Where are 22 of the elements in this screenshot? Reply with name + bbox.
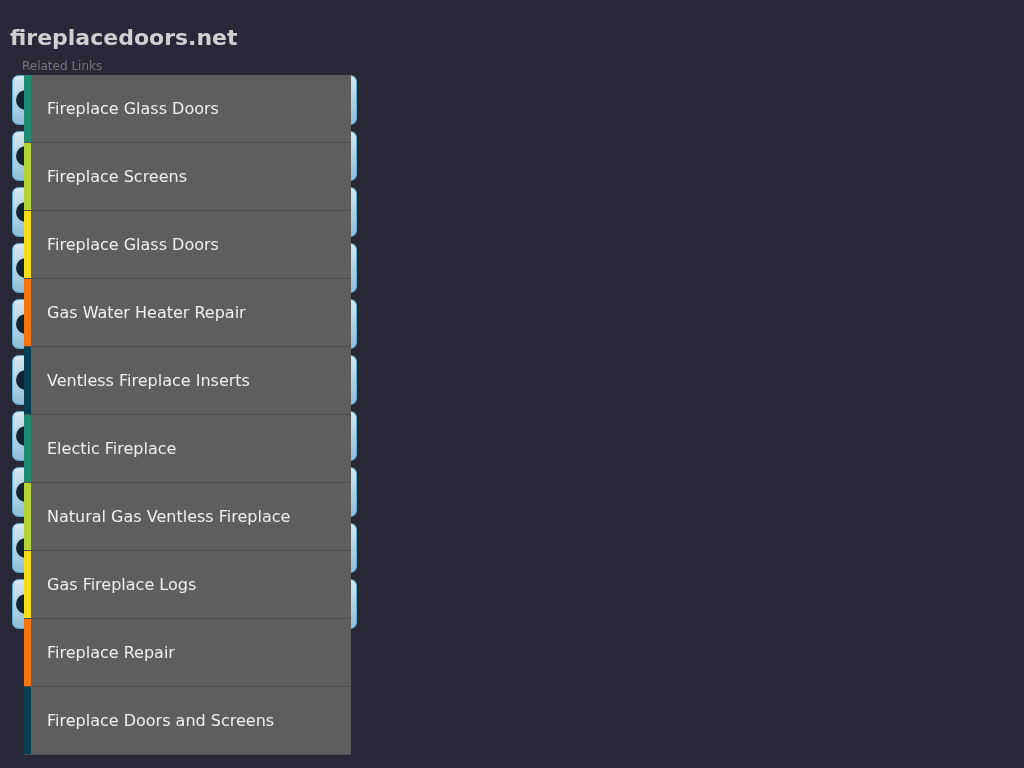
link-label: Gas Fireplace Logs — [47, 575, 197, 594]
related-link[interactable]: Gas Water Heater Repair — [24, 279, 351, 347]
link-label: Fireplace Doors and Screens — [47, 711, 275, 730]
related-link[interactable]: Gas Fireplace Logs — [24, 551, 351, 619]
related-link[interactable]: Electic Fireplace — [24, 415, 351, 483]
link-label: Natural Gas Ventless Fireplace — [47, 507, 291, 526]
site-title: fireplacedoors.net — [10, 24, 239, 52]
link-label: Gas Water Heater Repair — [47, 303, 246, 322]
related-link[interactable]: Ventless Fireplace Inserts — [24, 347, 351, 415]
link-label: Fireplace Screens — [47, 167, 188, 186]
section-label: Related Links — [22, 58, 104, 74]
link-label: Fireplace Glass Doors — [47, 99, 219, 118]
link-label: Electic Fireplace — [47, 439, 177, 458]
related-link[interactable]: Fireplace Doors and Screens — [24, 687, 351, 755]
related-link[interactable]: Fireplace Repair — [24, 619, 351, 687]
related-link[interactable]: Natural Gas Ventless Fireplace — [24, 483, 351, 551]
link-label: Fireplace Repair — [47, 643, 175, 662]
link-label: Ventless Fireplace Inserts — [47, 371, 250, 390]
related-link[interactable]: Fireplace Glass Doors — [24, 75, 351, 143]
related-link[interactable]: Fireplace Glass Doors — [24, 211, 351, 279]
link-label: Fireplace Glass Doors — [47, 235, 219, 254]
related-link[interactable]: Fireplace Screens — [24, 143, 351, 211]
